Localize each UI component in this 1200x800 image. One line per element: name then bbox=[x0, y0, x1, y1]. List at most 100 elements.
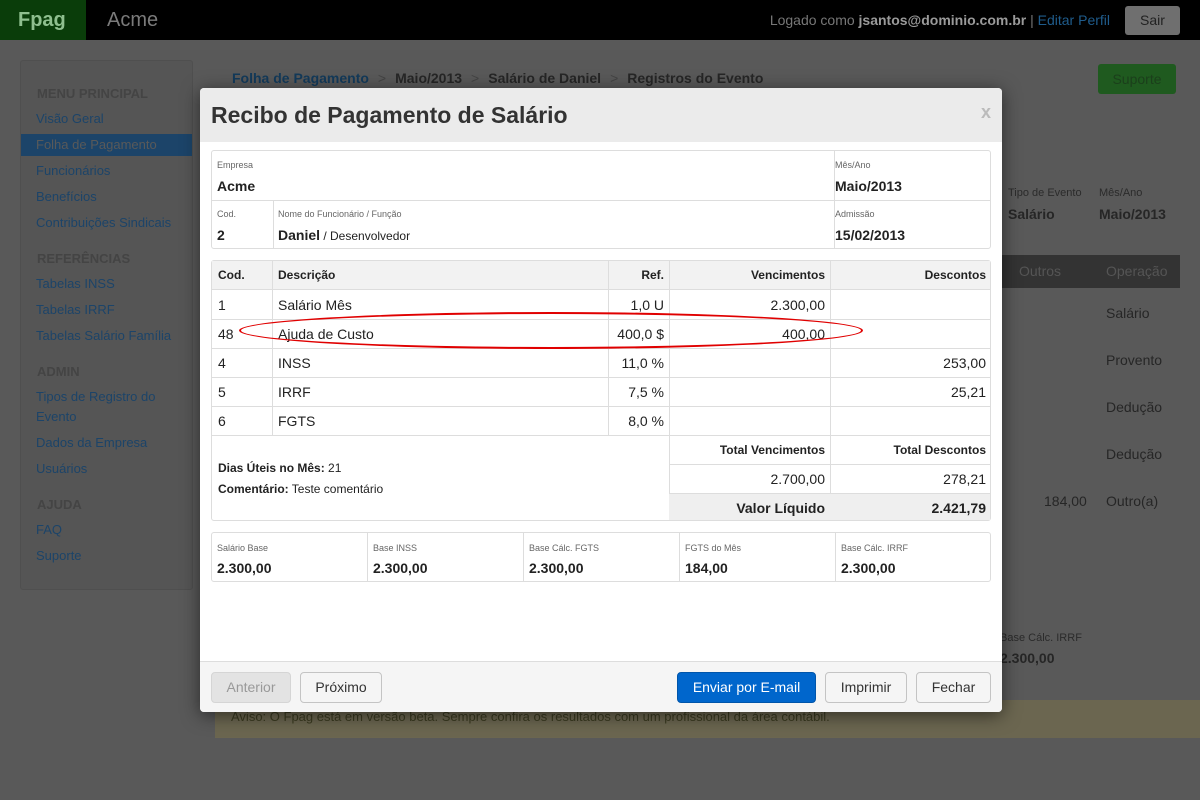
row-ref: 11,0 % bbox=[621, 355, 664, 371]
base-value: 184,00 bbox=[685, 560, 728, 576]
edit-profile-link[interactable]: Editar Perfil bbox=[1038, 12, 1110, 28]
sidebar-item-funcionarios[interactable]: Funcionários bbox=[21, 160, 192, 182]
modal-footer: Anterior Próximo Enviar por E-mail Impri… bbox=[200, 661, 1002, 712]
row-venc: 2.300,00 bbox=[770, 297, 826, 313]
row-desc: INSS bbox=[278, 355, 311, 371]
row-desc: IRRF bbox=[278, 384, 311, 400]
bg-mes-ano-label: Mês/Ano bbox=[1099, 187, 1143, 199]
dias-uteis-label: Dias Úteis no Mês: bbox=[218, 461, 325, 475]
send-email-button[interactable]: Enviar por E-mail bbox=[677, 672, 816, 703]
sidebar-item-beneficios[interactable]: Benefícios bbox=[21, 186, 192, 208]
bg-operacao: Provento bbox=[1106, 352, 1163, 368]
sidebar-item-tipos-registro-cont[interactable]: Evento bbox=[21, 406, 192, 428]
row-ref: 1,0 U bbox=[630, 297, 664, 313]
sidebar-item-tipos-registro[interactable]: Tipos de Registro do bbox=[21, 386, 192, 408]
bg-tipo-evento-label: Tipo de Evento bbox=[1008, 187, 1082, 199]
sidebar-item-tabelas-salario-familia[interactable]: Tabelas Salário Família bbox=[21, 325, 192, 347]
user-email: jsantos@dominio.com.br bbox=[858, 12, 1027, 28]
employee-info-box: Empresa Acme Mês/Ano Maio/2013 Cod. 2 No… bbox=[211, 150, 991, 249]
empresa-value: Acme bbox=[217, 178, 256, 194]
row-cod: 6 bbox=[218, 413, 226, 429]
breadcrumb-item[interactable]: Folha de Pagamento bbox=[232, 70, 369, 86]
net-value-label: Valor Líquido bbox=[736, 500, 825, 516]
row-cod: 4 bbox=[218, 355, 226, 371]
employee-role: / Desenvolvedor bbox=[320, 229, 411, 243]
bg-col-operacao: Operação bbox=[1106, 263, 1168, 279]
sidebar-item-visao-geral[interactable]: Visão Geral bbox=[21, 108, 192, 130]
sidebar-item-folha-pagamento[interactable]: Folha de Pagamento bbox=[21, 134, 192, 156]
cod-value: 2 bbox=[217, 227, 225, 243]
logged-user-info: Logado como jsantos@dominio.com.br | Edi… bbox=[770, 0, 1110, 40]
base-value: 2.300,00 bbox=[529, 560, 584, 576]
sidebar: MENU PRINCIPAL Visão Geral Folha de Paga… bbox=[20, 60, 193, 590]
row-desc: Salário Mês bbox=[278, 297, 352, 313]
cod-label: Cod. bbox=[217, 209, 237, 219]
print-button[interactable]: Imprimir bbox=[825, 672, 907, 703]
base-label: Salário Base bbox=[217, 543, 269, 553]
net-value: 2.421,79 bbox=[931, 500, 987, 516]
row-cod: 5 bbox=[218, 384, 226, 400]
next-button[interactable]: Próximo bbox=[300, 672, 382, 703]
separator: | bbox=[1026, 12, 1038, 28]
sidebar-item-usuarios[interactable]: Usuários bbox=[21, 458, 192, 480]
modal-header: Recibo de Pagamento de Salário x bbox=[200, 88, 1002, 142]
total-desc-label: Total Descontos bbox=[893, 443, 986, 457]
row-ref: 8,0 % bbox=[628, 413, 664, 429]
previous-button[interactable]: Anterior bbox=[211, 672, 291, 703]
total-venc-label: Total Vencimentos bbox=[719, 443, 825, 457]
comentario: Comentário: Teste comentário bbox=[218, 482, 383, 496]
row-cod: 48 bbox=[218, 326, 234, 342]
bg-operacao: Dedução bbox=[1106, 399, 1163, 415]
sidebar-item-tabelas-irrf[interactable]: Tabelas IRRF bbox=[21, 299, 192, 321]
sidebar-item-contribuicoes[interactable]: Contribuições Sindicais bbox=[21, 212, 192, 234]
mes-ano-label: Mês/Ano bbox=[835, 160, 871, 170]
col-header: Cod. bbox=[218, 268, 245, 282]
close-button[interactable]: Fechar bbox=[916, 672, 991, 703]
row-desconto: 25,21 bbox=[950, 384, 986, 400]
logout-button[interactable]: Sair bbox=[1125, 6, 1180, 35]
sidebar-item-tabelas-inss[interactable]: Tabelas INSS bbox=[21, 273, 192, 295]
col-header: Descontos bbox=[924, 268, 986, 282]
sidebar-item-suporte[interactable]: Suporte bbox=[21, 545, 192, 567]
breadcrumb-separator: > bbox=[610, 70, 619, 86]
breadcrumb-item[interactable]: Salário de Daniel bbox=[488, 70, 601, 86]
base-label: Base Cálc. IRRF bbox=[841, 543, 909, 553]
dias-uteis-value: 21 bbox=[324, 461, 342, 475]
dias-uteis: Dias Úteis no Mês: 21 bbox=[218, 461, 341, 475]
breadcrumb-item: Registros do Evento bbox=[627, 70, 764, 86]
mes-ano-value: Maio/2013 bbox=[835, 178, 902, 194]
row-desc: FGTS bbox=[278, 413, 316, 429]
base-value: 2.300,00 bbox=[373, 560, 428, 576]
bg-base-irrf-label: Base Cálc. IRRF bbox=[1000, 632, 1082, 644]
bg-tipo-evento-value: Salário bbox=[1008, 206, 1055, 222]
breadcrumb: Folha de Pagamento > Maio/2013 > Salário de … bbox=[232, 70, 763, 86]
base-label: Base Cálc. FGTS bbox=[529, 543, 600, 553]
bg-col-outros: Outros bbox=[1019, 263, 1062, 279]
sidebar-item-faq[interactable]: FAQ bbox=[21, 519, 192, 541]
support-button[interactable]: Suporte bbox=[1098, 64, 1176, 94]
breadcrumb-item[interactable]: Maio/2013 bbox=[395, 70, 462, 86]
sidebar-section-title: ADMIN bbox=[37, 364, 80, 379]
sidebar-section-title: REFERÊNCIAS bbox=[37, 251, 131, 266]
nome-label: Nome do Funcionário / Função bbox=[278, 209, 402, 219]
comentario-value: Teste comentário bbox=[288, 482, 384, 496]
employee-name: Daniel bbox=[278, 227, 321, 243]
close-icon[interactable]: x bbox=[981, 102, 991, 123]
base-value: 2.300,00 bbox=[841, 560, 896, 576]
bases-box: Salário Base 2.300,00 Base INSS 2.300,00… bbox=[211, 532, 991, 582]
sidebar-item-dados-empresa[interactable]: Dados da Empresa bbox=[21, 432, 192, 454]
empresa-label: Empresa bbox=[217, 160, 254, 170]
bg-base-irrf-value: 2.300,00 bbox=[1000, 650, 1055, 666]
logged-prefix: Logado como bbox=[769, 12, 859, 28]
breadcrumb-separator: > bbox=[377, 70, 387, 86]
receipt-modal: Recibo de Pagamento de Salário x Empresa… bbox=[200, 88, 1002, 712]
col-header: Ref. bbox=[641, 268, 664, 282]
row-cod: 1 bbox=[218, 297, 226, 313]
base-value: 2.300,00 bbox=[217, 560, 272, 576]
admissao-label: Admissão bbox=[835, 209, 875, 219]
app-name: Acme bbox=[107, 9, 159, 31]
bg-outros-value: 184,00 bbox=[1044, 493, 1087, 509]
row-desconto: 253,00 bbox=[943, 355, 986, 371]
top-navbar: Fpag Acme Logado como jsantos@dominio.co… bbox=[0, 0, 1200, 40]
brand-logo[interactable]: Fpag bbox=[0, 0, 86, 40]
